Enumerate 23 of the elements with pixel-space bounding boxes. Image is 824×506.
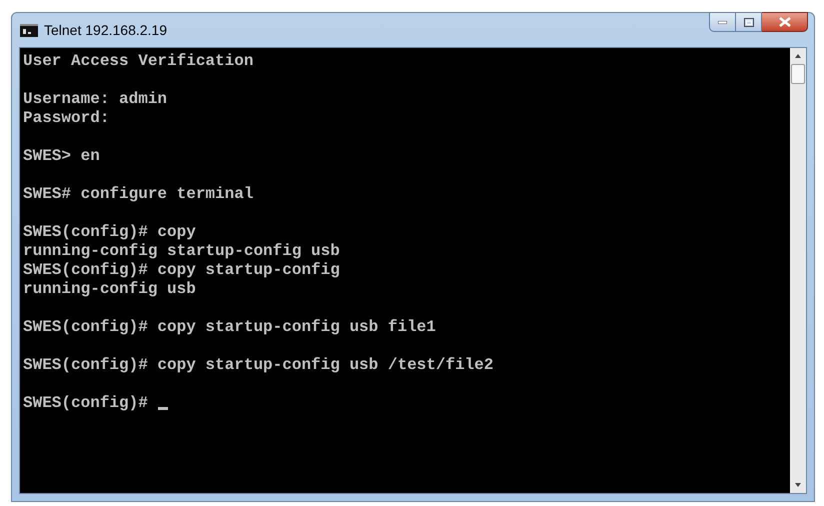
terminal-line: SWES(config)# copy startup-config [23, 261, 340, 280]
terminal-line: SWES(config)# copy startup-config usb /test/file2 [23, 356, 494, 375]
close-button[interactable] [762, 12, 808, 32]
maximize-button[interactable] [736, 12, 762, 32]
terminal-line: User Access Verification [23, 52, 254, 71]
vertical-scrollbar[interactable] [790, 48, 806, 493]
minimize-icon [718, 20, 727, 24]
minimize-button[interactable] [709, 12, 736, 32]
terminal-line: running-config usb [23, 280, 196, 299]
terminal-line: SWES# configure terminal [23, 185, 254, 204]
terminal-line: SWES(config)# copy [23, 223, 196, 242]
scrollbar-thumb[interactable] [791, 64, 805, 84]
terminal-line: Password: [23, 109, 110, 128]
terminal-line: running-config startup-config usb [23, 242, 340, 261]
terminal-line: SWES> en [23, 147, 100, 166]
text-cursor [158, 407, 168, 410]
console-icon [20, 24, 38, 36]
close-icon [778, 17, 790, 27]
terminal-line: SWES(config)# copy startup-config usb file1 [23, 318, 436, 337]
window-title: Telnet 192.168.2.19 [44, 20, 167, 40]
maximize-icon [744, 18, 754, 26]
terminal-line: SWES(config)# [23, 394, 148, 413]
terminal-line: Username: admin [23, 90, 168, 109]
